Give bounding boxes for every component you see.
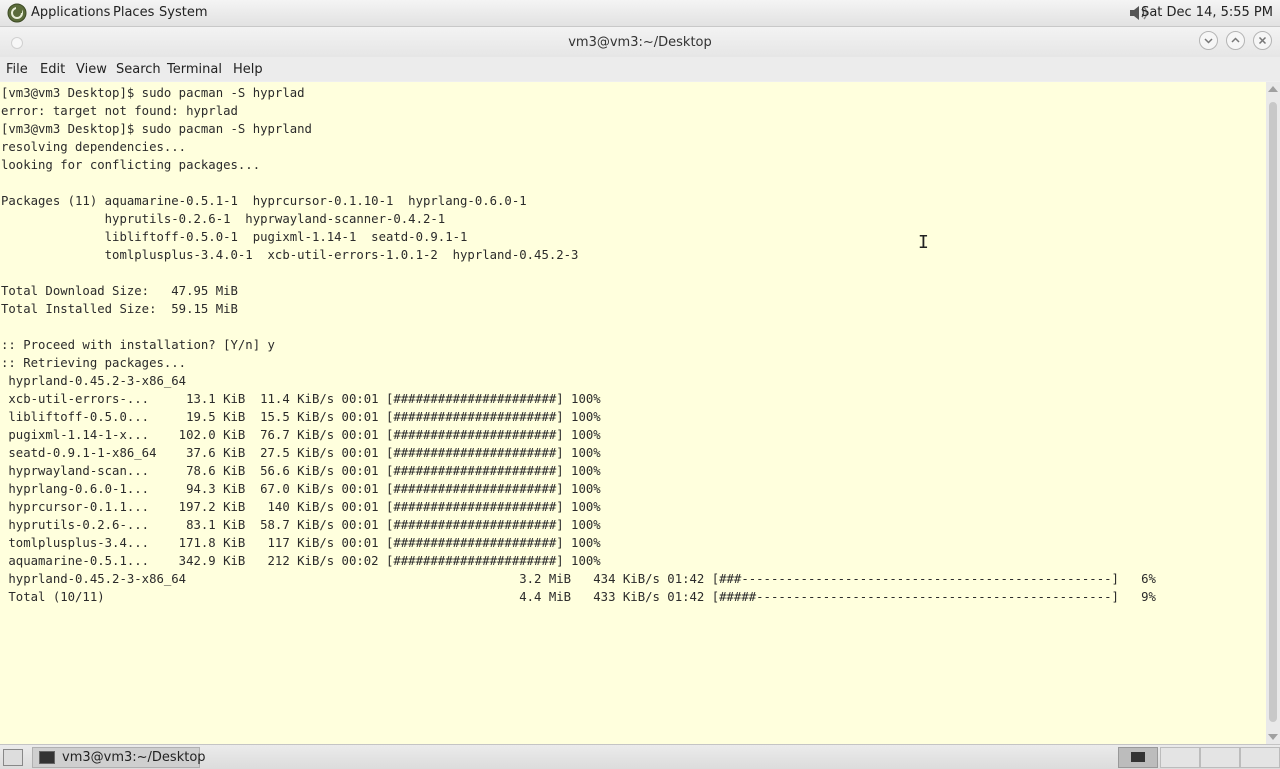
chevron-up-icon [1231, 37, 1240, 43]
menu-file[interactable]: File [6, 62, 28, 77]
terminal-line: hyprlang-0.6.0-1... 94.3 KiB 67.0 KiB/s … [1, 482, 601, 496]
terminal-line: Total Installed Size: 59.15 MiB [1, 302, 238, 316]
bottom-panel: vm3@vm3:~/Desktop [0, 744, 1280, 769]
terminal-line: seatd-0.9.1-1-x86_64 37.6 KiB 27.5 KiB/s… [1, 446, 601, 460]
menu-applications[interactable]: Applications [31, 5, 110, 20]
window-title: vm3@vm3:~/Desktop [568, 35, 712, 50]
top-panel: Applications Places System Sat Dec 14, 5… [0, 0, 1280, 27]
maximize-button[interactable] [1226, 31, 1245, 50]
terminal-line: aquamarine-0.5.1... 342.9 KiB 212 KiB/s … [1, 554, 601, 568]
terminal-output[interactable]: [vm3@vm3 Desktop]$ sudo pacman -S hyprla… [0, 82, 1266, 744]
terminal-line: [vm3@vm3 Desktop]$ sudo pacman -S hyprla… [1, 122, 312, 136]
workspace-3[interactable] [1200, 747, 1240, 768]
terminal-scrollbar[interactable] [1266, 82, 1280, 744]
window-titlebar[interactable]: vm3@vm3:~/Desktop [0, 27, 1280, 57]
terminal-line: libliftoff-0.5.0... 19.5 KiB 15.5 KiB/s … [1, 410, 601, 424]
menu-help[interactable]: Help [233, 62, 263, 77]
terminal-line: hyprland-0.45.2-3-x86_64 [1, 374, 187, 388]
distro-logo-icon[interactable] [7, 3, 27, 23]
text-cursor-icon: I [918, 232, 929, 253]
terminal-line: :: Proceed with installation? [Y/n] y [1, 338, 275, 352]
workspace-2[interactable] [1160, 747, 1200, 768]
terminal-text: [vm3@vm3 Desktop]$ sudo pacman -S hyprla… [0, 82, 1266, 606]
terminal-icon [39, 751, 55, 764]
menu-places[interactable]: Places [113, 5, 154, 20]
menu-terminal[interactable]: Terminal [167, 62, 222, 77]
chevron-down-icon [1204, 38, 1213, 44]
terminal-line: [vm3@vm3 Desktop]$ sudo pacman -S hyprla… [1, 86, 305, 100]
taskbar-window-label: vm3@vm3:~/Desktop [62, 750, 206, 765]
terminal-line: xcb-util-errors-... 13.1 KiB 11.4 KiB/s … [1, 392, 601, 406]
taskbar-window-button[interactable]: vm3@vm3:~/Desktop [32, 747, 206, 768]
terminal-line: :: Retrieving packages... [1, 356, 187, 370]
scroll-down-icon[interactable] [1268, 734, 1278, 740]
terminal-line: hyprutils-0.2.6-... 83.1 KiB 58.7 KiB/s … [1, 518, 601, 532]
terminal-line: resolving dependencies... [1, 140, 187, 154]
minimize-button[interactable] [1199, 31, 1218, 50]
terminal-line: error: target not found: hyprlad [1, 104, 238, 118]
terminal-icon [1131, 752, 1145, 762]
show-desktop-icon[interactable] [3, 749, 23, 766]
workspace-4[interactable] [1240, 747, 1280, 768]
menu-view[interactable]: View [76, 62, 107, 77]
terminal-menubar: File Edit View Search Terminal Help [0, 57, 1280, 81]
menu-edit[interactable]: Edit [40, 62, 65, 77]
clock[interactable]: Sat Dec 14, 5:55 PM [1141, 5, 1273, 20]
terminal-line: hyprwayland-scan... 78.6 KiB 56.6 KiB/s … [1, 464, 601, 478]
terminal-line: tomlplusplus-3.4.0-1 xcb-util-errors-1.0… [1, 248, 579, 262]
terminal-line: hyprutils-0.2.6-1 hyprwayland-scanner-0.… [1, 212, 446, 226]
scroll-up-icon[interactable] [1268, 86, 1278, 92]
scroll-thumb[interactable] [1269, 102, 1277, 722]
terminal-line: looking for conflicting packages... [1, 158, 261, 172]
terminal-line: Total Download Size: 47.95 MiB [1, 284, 238, 298]
close-button[interactable] [1253, 31, 1272, 50]
terminal-line: tomlplusplus-3.4... 171.8 KiB 117 KiB/s … [1, 536, 601, 550]
close-icon [1258, 36, 1267, 45]
terminal-line: pugixml-1.14-1-x... 102.0 KiB 76.7 KiB/s… [1, 428, 601, 442]
terminal-line: libliftoff-0.5.0-1 pugixml-1.14-1 seatd-… [1, 230, 468, 244]
menu-system[interactable]: System [159, 5, 207, 20]
terminal-line: hyprland-0.45.2-3-x86_64 3.2 MiB 434 KiB… [1, 572, 1156, 586]
terminal-line: Total (10/11) 4.4 MiB 433 KiB/s 01:42 [#… [1, 590, 1156, 604]
workspace-1[interactable] [1118, 747, 1158, 768]
terminal-line: Packages (11) aquamarine-0.5.1-1 hyprcur… [1, 194, 527, 208]
terminal-line: hyprcursor-0.1.1... 197.2 KiB 140 KiB/s … [1, 500, 601, 514]
menu-search[interactable]: Search [116, 62, 161, 77]
